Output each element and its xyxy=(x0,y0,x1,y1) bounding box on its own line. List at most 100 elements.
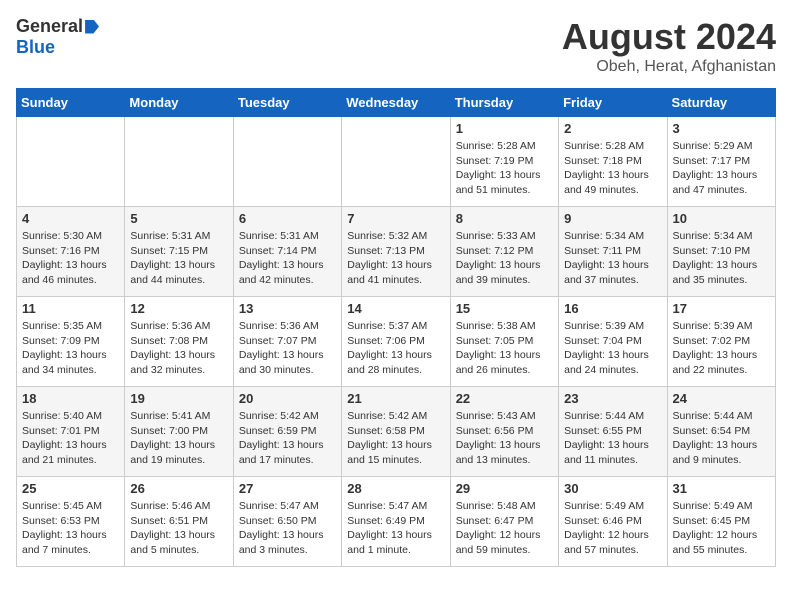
calendar-cell: 16Sunrise: 5:39 AM Sunset: 7:04 PM Dayli… xyxy=(559,297,667,387)
calendar-cell: 24 Sunrise: 5:44 AM Sunset: 6:54 PM Dayli… xyxy=(667,387,775,477)
day-info: Sunrise: 5:42 AM Sunset: 6:58 PM Dayligh… xyxy=(347,409,444,468)
calendar-week-3: 11Sunrise: 5:35 AM Sunset: 7:09 PM Dayli… xyxy=(17,297,776,387)
day-info: Sunrise: 5:44 AM Sunset: 6:55 PM Dayligh… xyxy=(564,409,661,468)
calendar-cell: 28 Sunrise: 5:47 AM Sunset: 6:49 PM Dayli… xyxy=(342,477,450,567)
calendar-cell: 17 Sunrise: 5:39 AM Sunset: 7:02 PM Dayli… xyxy=(667,297,775,387)
day-number: 2 xyxy=(564,121,661,136)
day-info: Sunrise: 5:37 AM Sunset: 7:06 PM Dayligh… xyxy=(347,319,444,378)
day-info: Sunrise: 5:38 AM Sunset: 7:05 PM Dayligh… xyxy=(456,319,553,378)
header-saturday: Saturday xyxy=(667,89,775,117)
day-info: Sunrise: 5:35 AM Sunset: 7:09 PM Dayligh… xyxy=(22,319,119,378)
calendar-cell: 5Sunrise: 5:31 AM Sunset: 7:15 PM Daylig… xyxy=(125,207,233,297)
day-number: 14 xyxy=(347,301,444,316)
day-number: 29 xyxy=(456,481,553,496)
day-number: 19 xyxy=(130,391,227,406)
day-info: Sunrise: 5:31 AM Sunset: 7:15 PM Dayligh… xyxy=(130,229,227,288)
day-info: Sunrise: 5:40 AM Sunset: 7:01 PM Dayligh… xyxy=(22,409,119,468)
day-info: Sunrise: 5:45 AM Sunset: 6:53 PM Dayligh… xyxy=(22,499,119,558)
day-number: 10 xyxy=(673,211,770,226)
day-info: Sunrise: 5:31 AM Sunset: 7:14 PM Dayligh… xyxy=(239,229,336,288)
calendar-cell: 23Sunrise: 5:44 AM Sunset: 6:55 PM Dayli… xyxy=(559,387,667,477)
calendar-cell xyxy=(17,117,125,207)
calendar-cell: 18 Sunrise: 5:40 AM Sunset: 7:01 PM Dayli… xyxy=(17,387,125,477)
day-number: 18 xyxy=(22,391,119,406)
day-number: 8 xyxy=(456,211,553,226)
day-number: 3 xyxy=(673,121,770,136)
calendar-body: 1 Sunrise: 5:28 AM Sunset: 7:19 PM Daylig… xyxy=(17,117,776,567)
calendar-cell: 30Sunrise: 5:49 AM Sunset: 6:46 PM Dayli… xyxy=(559,477,667,567)
header-row: Sunday Monday Tuesday Wednesday Thursday… xyxy=(17,89,776,117)
day-info: Sunrise: 5:28 AM Sunset: 7:18 PM Dayligh… xyxy=(564,139,661,198)
page-header: General Blue August 2024 Obeh, Herat, Af… xyxy=(16,16,776,76)
header-monday: Monday xyxy=(125,89,233,117)
calendar-cell: 19 Sunrise: 5:41 AM Sunset: 7:00 PM Dayli… xyxy=(125,387,233,477)
day-info: Sunrise: 5:34 AM Sunset: 7:11 PM Dayligh… xyxy=(564,229,661,288)
day-info: Sunrise: 5:49 AM Sunset: 6:46 PM Dayligh… xyxy=(564,499,661,558)
day-info: Sunrise: 5:36 AM Sunset: 7:08 PM Dayligh… xyxy=(130,319,227,378)
day-info: Sunrise: 5:46 AM Sunset: 6:51 PM Dayligh… xyxy=(130,499,227,558)
day-info: Sunrise: 5:44 AM Sunset: 6:54 PM Dayligh… xyxy=(673,409,770,468)
day-number: 12 xyxy=(130,301,227,316)
calendar-cell: 15Sunrise: 5:38 AM Sunset: 7:05 PM Dayli… xyxy=(450,297,558,387)
day-number: 21 xyxy=(347,391,444,406)
calendar-cell: 2 Sunrise: 5:28 AM Sunset: 7:18 PM Daylig… xyxy=(559,117,667,207)
calendar-cell: 26 Sunrise: 5:46 AM Sunset: 6:51 PM Dayli… xyxy=(125,477,233,567)
day-info: Sunrise: 5:39 AM Sunset: 7:04 PM Dayligh… xyxy=(564,319,661,378)
day-info: Sunrise: 5:39 AM Sunset: 7:02 PM Dayligh… xyxy=(673,319,770,378)
day-info: Sunrise: 5:43 AM Sunset: 6:56 PM Dayligh… xyxy=(456,409,553,468)
day-number: 27 xyxy=(239,481,336,496)
calendar-cell xyxy=(125,117,233,207)
day-info: Sunrise: 5:33 AM Sunset: 7:12 PM Dayligh… xyxy=(456,229,553,288)
logo-icon xyxy=(85,20,99,34)
header-tuesday: Tuesday xyxy=(233,89,341,117)
day-number: 7 xyxy=(347,211,444,226)
calendar-cell: 27Sunrise: 5:47 AM Sunset: 6:50 PM Dayli… xyxy=(233,477,341,567)
header-thursday: Thursday xyxy=(450,89,558,117)
day-info: Sunrise: 5:42 AM Sunset: 6:59 PM Dayligh… xyxy=(239,409,336,468)
calendar-cell: 11Sunrise: 5:35 AM Sunset: 7:09 PM Dayli… xyxy=(17,297,125,387)
calendar-cell: 20Sunrise: 5:42 AM Sunset: 6:59 PM Dayli… xyxy=(233,387,341,477)
calendar-cell xyxy=(233,117,341,207)
calendar-cell: 29Sunrise: 5:48 AM Sunset: 6:47 PM Dayli… xyxy=(450,477,558,567)
calendar-header: Sunday Monday Tuesday Wednesday Thursday… xyxy=(17,89,776,117)
day-info: Sunrise: 5:30 AM Sunset: 7:16 PM Dayligh… xyxy=(22,229,119,288)
logo-general-text: General xyxy=(16,16,83,37)
title-block: August 2024 Obeh, Herat, Afghanistan xyxy=(562,16,776,76)
logo-blue-text: Blue xyxy=(16,37,55,58)
day-info: Sunrise: 5:41 AM Sunset: 7:00 PM Dayligh… xyxy=(130,409,227,468)
day-info: Sunrise: 5:28 AM Sunset: 7:19 PM Dayligh… xyxy=(456,139,553,198)
calendar-cell: 21 Sunrise: 5:42 AM Sunset: 6:58 PM Dayli… xyxy=(342,387,450,477)
calendar-table: Sunday Monday Tuesday Wednesday Thursday… xyxy=(16,88,776,567)
calendar-cell: 14 Sunrise: 5:37 AM Sunset: 7:06 PM Dayli… xyxy=(342,297,450,387)
calendar-cell: 6 Sunrise: 5:31 AM Sunset: 7:14 PM Daylig… xyxy=(233,207,341,297)
calendar-cell: 8 Sunrise: 5:33 AM Sunset: 7:12 PM Daylig… xyxy=(450,207,558,297)
day-number: 26 xyxy=(130,481,227,496)
day-number: 28 xyxy=(347,481,444,496)
calendar-week-1: 1 Sunrise: 5:28 AM Sunset: 7:19 PM Daylig… xyxy=(17,117,776,207)
calendar-cell: 10 Sunrise: 5:34 AM Sunset: 7:10 PM Dayli… xyxy=(667,207,775,297)
day-number: 6 xyxy=(239,211,336,226)
day-info: Sunrise: 5:49 AM Sunset: 6:45 PM Dayligh… xyxy=(673,499,770,558)
page-subtitle: Obeh, Herat, Afghanistan xyxy=(562,58,776,76)
calendar-cell: 22 Sunrise: 5:43 AM Sunset: 6:56 PM Dayli… xyxy=(450,387,558,477)
calendar-cell: 1 Sunrise: 5:28 AM Sunset: 7:19 PM Daylig… xyxy=(450,117,558,207)
header-friday: Friday xyxy=(559,89,667,117)
day-number: 24 xyxy=(673,391,770,406)
day-number: 1 xyxy=(456,121,553,136)
day-info: Sunrise: 5:47 AM Sunset: 6:49 PM Dayligh… xyxy=(347,499,444,558)
calendar-cell: 25Sunrise: 5:45 AM Sunset: 6:53 PM Dayli… xyxy=(17,477,125,567)
day-number: 22 xyxy=(456,391,553,406)
calendar-cell: 31 Sunrise: 5:49 AM Sunset: 6:45 PM Dayli… xyxy=(667,477,775,567)
day-info: Sunrise: 5:32 AM Sunset: 7:13 PM Dayligh… xyxy=(347,229,444,288)
day-number: 17 xyxy=(673,301,770,316)
calendar-cell: 9Sunrise: 5:34 AM Sunset: 7:11 PM Daylig… xyxy=(559,207,667,297)
calendar-cell: 4Sunrise: 5:30 AM Sunset: 7:16 PM Daylig… xyxy=(17,207,125,297)
day-info: Sunrise: 5:29 AM Sunset: 7:17 PM Dayligh… xyxy=(673,139,770,198)
header-wednesday: Wednesday xyxy=(342,89,450,117)
header-sunday: Sunday xyxy=(17,89,125,117)
calendar-week-2: 4Sunrise: 5:30 AM Sunset: 7:16 PM Daylig… xyxy=(17,207,776,297)
day-info: Sunrise: 5:34 AM Sunset: 7:10 PM Dayligh… xyxy=(673,229,770,288)
calendar-cell xyxy=(342,117,450,207)
day-info: Sunrise: 5:36 AM Sunset: 7:07 PM Dayligh… xyxy=(239,319,336,378)
day-number: 31 xyxy=(673,481,770,496)
